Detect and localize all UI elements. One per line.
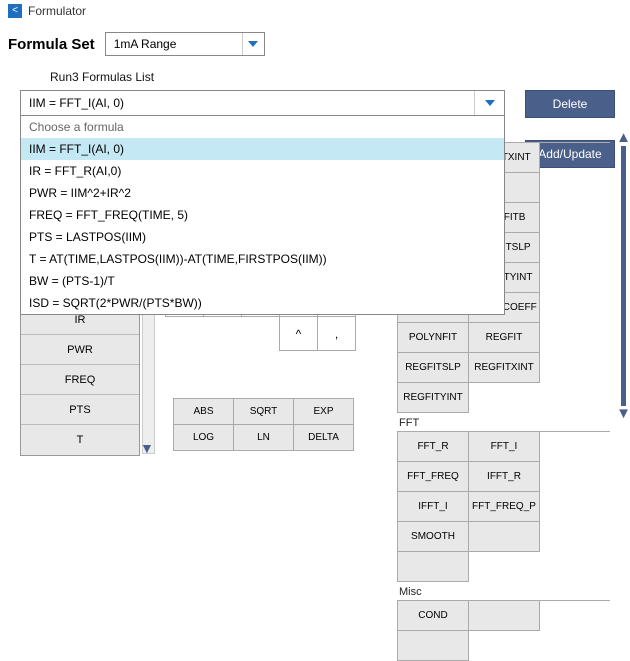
function-cell[interactable]: FFT_FREQ_P (469, 492, 540, 522)
misc-group-label: Misc (397, 582, 627, 600)
formula-option[interactable]: IR = FFT_R(AI,0) (21, 160, 504, 182)
function-cell (469, 522, 540, 552)
function-cell (398, 631, 469, 661)
formula-option[interactable]: Choose a formula (21, 116, 504, 138)
formula-option[interactable]: PWR = IIM^2+IR^2 (21, 182, 504, 204)
formula-combo[interactable]: Choose a formulaIIM = FFT_I(AI, 0)IR = F… (20, 90, 505, 116)
variable-item[interactable]: PWR (21, 335, 139, 365)
formula-set-value: 1mA Range (106, 37, 185, 51)
formula-option[interactable]: PTS = LASTPOS(IIM) (21, 226, 504, 248)
delete-button[interactable]: Delete (525, 90, 615, 118)
variable-item[interactable]: FREQ (21, 365, 139, 395)
function-key[interactable]: LOG (174, 425, 234, 451)
formula-option[interactable]: BW = (PTS-1)/T (21, 270, 504, 292)
misc-functions-grid: COND (397, 600, 610, 661)
mini-function-pad: ABSSQRTEXP LOGLNDELTA (173, 398, 354, 451)
function-cell (398, 552, 469, 582)
scroll-down-icon[interactable]: ▼ (616, 408, 630, 420)
function-cell[interactable]: REGFITXINT (469, 353, 540, 383)
scroll-up-icon[interactable]: ▲ (616, 132, 630, 144)
function-cell[interactable]: IFFT_R (469, 462, 540, 492)
function-cell[interactable]: POLYNFIT (398, 323, 469, 353)
function-key[interactable]: SQRT (234, 399, 294, 425)
fft-functions-grid: FFT_RFFT_IFFT_FREQIFFT_RIFFT_IFFT_FREQ_P… (397, 431, 610, 582)
function-cell[interactable]: FFT_R (398, 432, 469, 462)
function-key[interactable]: LN (234, 425, 294, 451)
formulas-list-label: Run3 Formulas List (0, 66, 630, 90)
function-cell[interactable]: IFFT_I (398, 492, 469, 522)
chevron-down-icon (248, 41, 258, 47)
function-cell[interactable]: REGFITSLP (398, 353, 469, 383)
function-cell[interactable]: COND (398, 601, 469, 631)
chevron-down-icon (485, 100, 495, 106)
function-cell (469, 601, 540, 631)
formula-set-dropdown-arrow[interactable] (242, 33, 264, 55)
formula-set-combo[interactable]: 1mA Range (105, 32, 265, 56)
app-icon: < (8, 4, 22, 18)
variable-item[interactable]: T (21, 425, 139, 455)
scroll-down-icon[interactable]: ▼ (140, 440, 154, 456)
formula-input[interactable] (21, 91, 474, 115)
keypad-key[interactable]: ^ (280, 317, 318, 351)
scrollbar-track[interactable] (621, 146, 626, 406)
formula-set-label: Formula Set (8, 36, 95, 53)
function-key[interactable]: DELTA (294, 425, 354, 451)
formula-dropdown-arrow[interactable] (474, 91, 504, 115)
variable-item[interactable]: PTS (21, 395, 139, 425)
formula-option[interactable]: T = AT(TIME,LASTPOS(IIM))-AT(TIME,FIRSTP… (21, 248, 504, 270)
fft-group-label: FFT (397, 413, 627, 431)
function-cell[interactable]: SMOOTH (398, 522, 469, 552)
formula-option[interactable]: IIM = FFT_I(AI, 0) (21, 138, 504, 160)
function-key[interactable]: EXP (294, 399, 354, 425)
formula-dropdown[interactable]: Choose a formulaIIM = FFT_I(AI, 0)IR = F… (20, 116, 505, 315)
function-cell[interactable]: REGFIT (469, 323, 540, 353)
keypad-key[interactable]: , (318, 317, 356, 351)
function-cell[interactable]: REGFITYINT (398, 383, 469, 413)
functions-scrollbar[interactable]: ▲ ▼ (616, 132, 630, 420)
formula-option[interactable]: ISD = SQRT(2*PWR/(PTS*BW)) (21, 292, 504, 314)
function-cell[interactable]: FFT_I (469, 432, 540, 462)
function-cell[interactable]: FFT_FREQ (398, 462, 469, 492)
formula-option[interactable]: FREQ = FFT_FREQ(TIME, 5) (21, 204, 504, 226)
function-key[interactable]: ABS (174, 399, 234, 425)
window-title: Formulator (28, 4, 86, 18)
